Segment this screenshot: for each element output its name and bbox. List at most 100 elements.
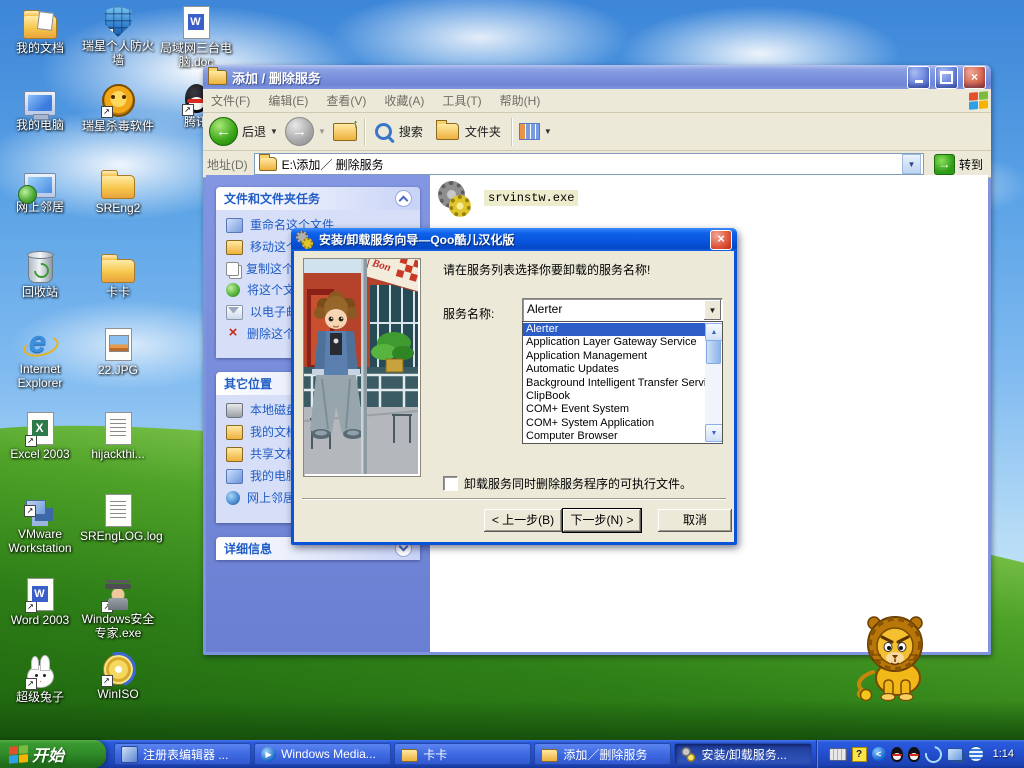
address-field[interactable]: E:\添加／ 删除服务 ▼ — [253, 153, 924, 175]
file-item-srvinstw[interactable]: srvinstw.exe — [436, 179, 579, 217]
desktop-icon-win-security-expert[interactable]: ↗ Windows安全专家.exe — [80, 578, 156, 641]
taskbar-button-wizard[interactable]: 安装/卸载服务... — [674, 743, 812, 765]
excel-icon: ↗ — [24, 412, 54, 447]
go-button[interactable]: → 转到 — [930, 153, 987, 175]
desktop-icon-hijackthis[interactable]: hijackthi... — [80, 412, 156, 462]
desktop-icon-rising-antivirus[interactable]: ↗ 瑞星杀毒软件 — [80, 84, 156, 134]
delete-executable-option[interactable]: 卸载服务同时删除服务程序的可执行文件。 — [443, 475, 692, 492]
maximize-button[interactable] — [935, 65, 958, 89]
desktop-icon-my-computer[interactable]: 我的电脑 — [2, 84, 78, 133]
views-button[interactable]: ▼ — [518, 123, 552, 140]
menu-help[interactable]: 帮助(H) — [500, 92, 541, 109]
close-button[interactable]: × — [963, 65, 986, 89]
desktop-icon-lan-doc[interactable]: 局域网三台电脑.doc — [158, 6, 234, 70]
minimize-button[interactable] — [907, 65, 930, 89]
desktop-icon-vmware[interactable]: ↗ VMware Workstation — [2, 494, 78, 556]
folder-icon — [101, 254, 135, 283]
cancel-button[interactable]: 取消 — [657, 508, 733, 533]
desktop-icon-super-rabbit[interactable]: ↗ 超级兔子 — [2, 654, 78, 705]
scroll-up-arrow-icon[interactable]: ▲ — [705, 323, 722, 341]
back-button[interactable]: ← 后退 ▼ — [209, 117, 278, 146]
service-combobox[interactable]: Alerter ▼ — [522, 298, 723, 322]
service-option[interactable]: COM+ System Application — [523, 417, 705, 430]
windows-logo-icon — [969, 90, 989, 111]
desktop-icon-network-places[interactable]: 网上邻居 — [2, 166, 78, 215]
previous-step-button[interactable]: < 上一步(B) — [483, 508, 563, 533]
rising-tray-icon[interactable] — [967, 746, 984, 762]
service-option[interactable]: ClipBook — [523, 390, 705, 403]
qq-tray-icon-1[interactable] — [890, 746, 903, 762]
back-dropdown-caret-icon[interactable]: ▼ — [270, 127, 278, 136]
folder-icon — [101, 170, 135, 199]
checkbox[interactable] — [443, 476, 458, 491]
keyboard-tray-icon[interactable] — [828, 747, 847, 761]
forward-dropdown-caret-icon[interactable]: ▼ — [318, 127, 326, 136]
taskbar-button-wmp[interactable]: Windows Media... — [254, 743, 392, 765]
desktop-icon-jpg-22[interactable]: 22.JPG — [80, 328, 156, 378]
service-dropdown-list[interactable]: Alerter Application Layer Gateway Service… — [522, 321, 723, 444]
desktop-icon-srenglog[interactable]: SREngLOG.log — [80, 494, 163, 544]
desktop-icon-label: 回收站 — [21, 285, 58, 299]
network-places-icon — [18, 173, 56, 204]
menu-edit[interactable]: 编辑(E) — [268, 92, 308, 109]
desktop-icon-label: 超级兔子 — [15, 690, 64, 704]
address-dropdown-button[interactable]: ▼ — [901, 154, 921, 174]
scrollbar-thumb[interactable] — [706, 340, 721, 364]
folders-button[interactable]: 文件夹 — [433, 120, 504, 140]
service-option[interactable]: Computer Browser — [523, 430, 705, 443]
qq-tray-icon-2[interactable] — [907, 746, 920, 762]
desktop-icon-rising-firewall[interactable]: ↗ 瑞星个人防火墙 — [80, 6, 156, 68]
start-button[interactable]: 开始 — [0, 740, 106, 768]
desktop-icon-recycle-bin[interactable]: 回收站 — [2, 250, 78, 300]
service-option[interactable]: COM+ Event System — [523, 403, 705, 416]
service-option[interactable]: Automatic Updates — [523, 363, 705, 376]
desktop-icon-label: SREng2 — [95, 201, 141, 215]
explorer-title-bar[interactable]: 添加 / 删除服务 × — [203, 65, 991, 89]
search-button[interactable]: 搜索 — [372, 123, 426, 140]
desktop-icon-word-2003[interactable]: ↗Word 2003 — [2, 578, 78, 628]
panel-section-header[interactable]: 文件和文件夹任务 — [216, 187, 420, 210]
network-tray-icon[interactable] — [946, 747, 963, 761]
text-file-icon — [104, 412, 132, 445]
toolbar-separator — [363, 117, 365, 146]
desktop-icon-excel-2003[interactable]: ↗Excel 2003 — [2, 412, 78, 462]
up-folder-button[interactable] — [332, 116, 359, 141]
taskbar-button-label: 添加／删除服务 — [563, 747, 648, 762]
rising-lion-mascot[interactable] — [851, 610, 939, 705]
recycle-bin-icon — [26, 251, 54, 283]
desktop-icon-kaka-folder[interactable]: 卡卡 — [80, 250, 156, 300]
service-option[interactable]: Application Management — [523, 350, 705, 363]
dialog-close-button[interactable]: × — [710, 229, 732, 250]
views-dropdown-caret-icon[interactable]: ▼ — [544, 127, 552, 136]
combobox-dropdown-button[interactable]: ▼ — [704, 300, 721, 320]
address-value: E:\添加／ 删除服务 — [281, 157, 384, 172]
folder-icon — [401, 748, 419, 762]
list-scrollbar[interactable]: ▲ ▼ — [705, 323, 722, 442]
menu-tools[interactable]: 工具(T) — [442, 92, 481, 109]
gears-icon — [681, 746, 697, 762]
service-option[interactable]: Background Intelligent Transfer Servi — [523, 377, 705, 390]
word-icon: ↗ — [24, 578, 54, 613]
next-step-button[interactable]: 下一步(N) > — [562, 508, 642, 533]
taskbar-button-regedit[interactable]: 注册表编辑器 ... — [114, 743, 252, 765]
folders-icon — [435, 120, 459, 140]
my-documents-icon — [23, 10, 57, 39]
swirl-tray-icon[interactable] — [921, 742, 945, 766]
help-tray-icon[interactable]: ? — [851, 746, 867, 762]
desktop-icon-my-documents[interactable]: 我的文档 — [2, 6, 78, 56]
desktop-icon-internet-explorer[interactable]: Internet Explorer — [2, 324, 78, 391]
scroll-down-arrow-icon[interactable]: ▼ — [705, 424, 722, 442]
collapse-tray-icon[interactable]: < — [871, 747, 886, 761]
forward-button[interactable]: → ▼ — [284, 117, 326, 146]
dialog-title-bar[interactable]: 安装/卸载服务向导—Qoo酷儿汉化版 × — [291, 228, 737, 251]
tray-clock[interactable]: 1:14 — [993, 748, 1014, 760]
service-option[interactable]: Alerter — [523, 323, 705, 337]
desktop-icon-winiso[interactable]: ↗ WinISO — [80, 654, 156, 702]
taskbar-button-add-remove[interactable]: 添加／删除服务 — [534, 743, 672, 765]
taskbar-button-kaka[interactable]: 卡卡 — [394, 743, 532, 765]
menu-file[interactable]: 文件(F) — [211, 92, 250, 109]
service-option[interactable]: Application Layer Gateway Service — [523, 336, 705, 349]
menu-favorites[interactable]: 收藏(A) — [384, 92, 424, 109]
menu-view[interactable]: 查看(V) — [326, 92, 366, 109]
desktop-icon-sreng2-folder[interactable]: SREng2 — [80, 166, 156, 216]
